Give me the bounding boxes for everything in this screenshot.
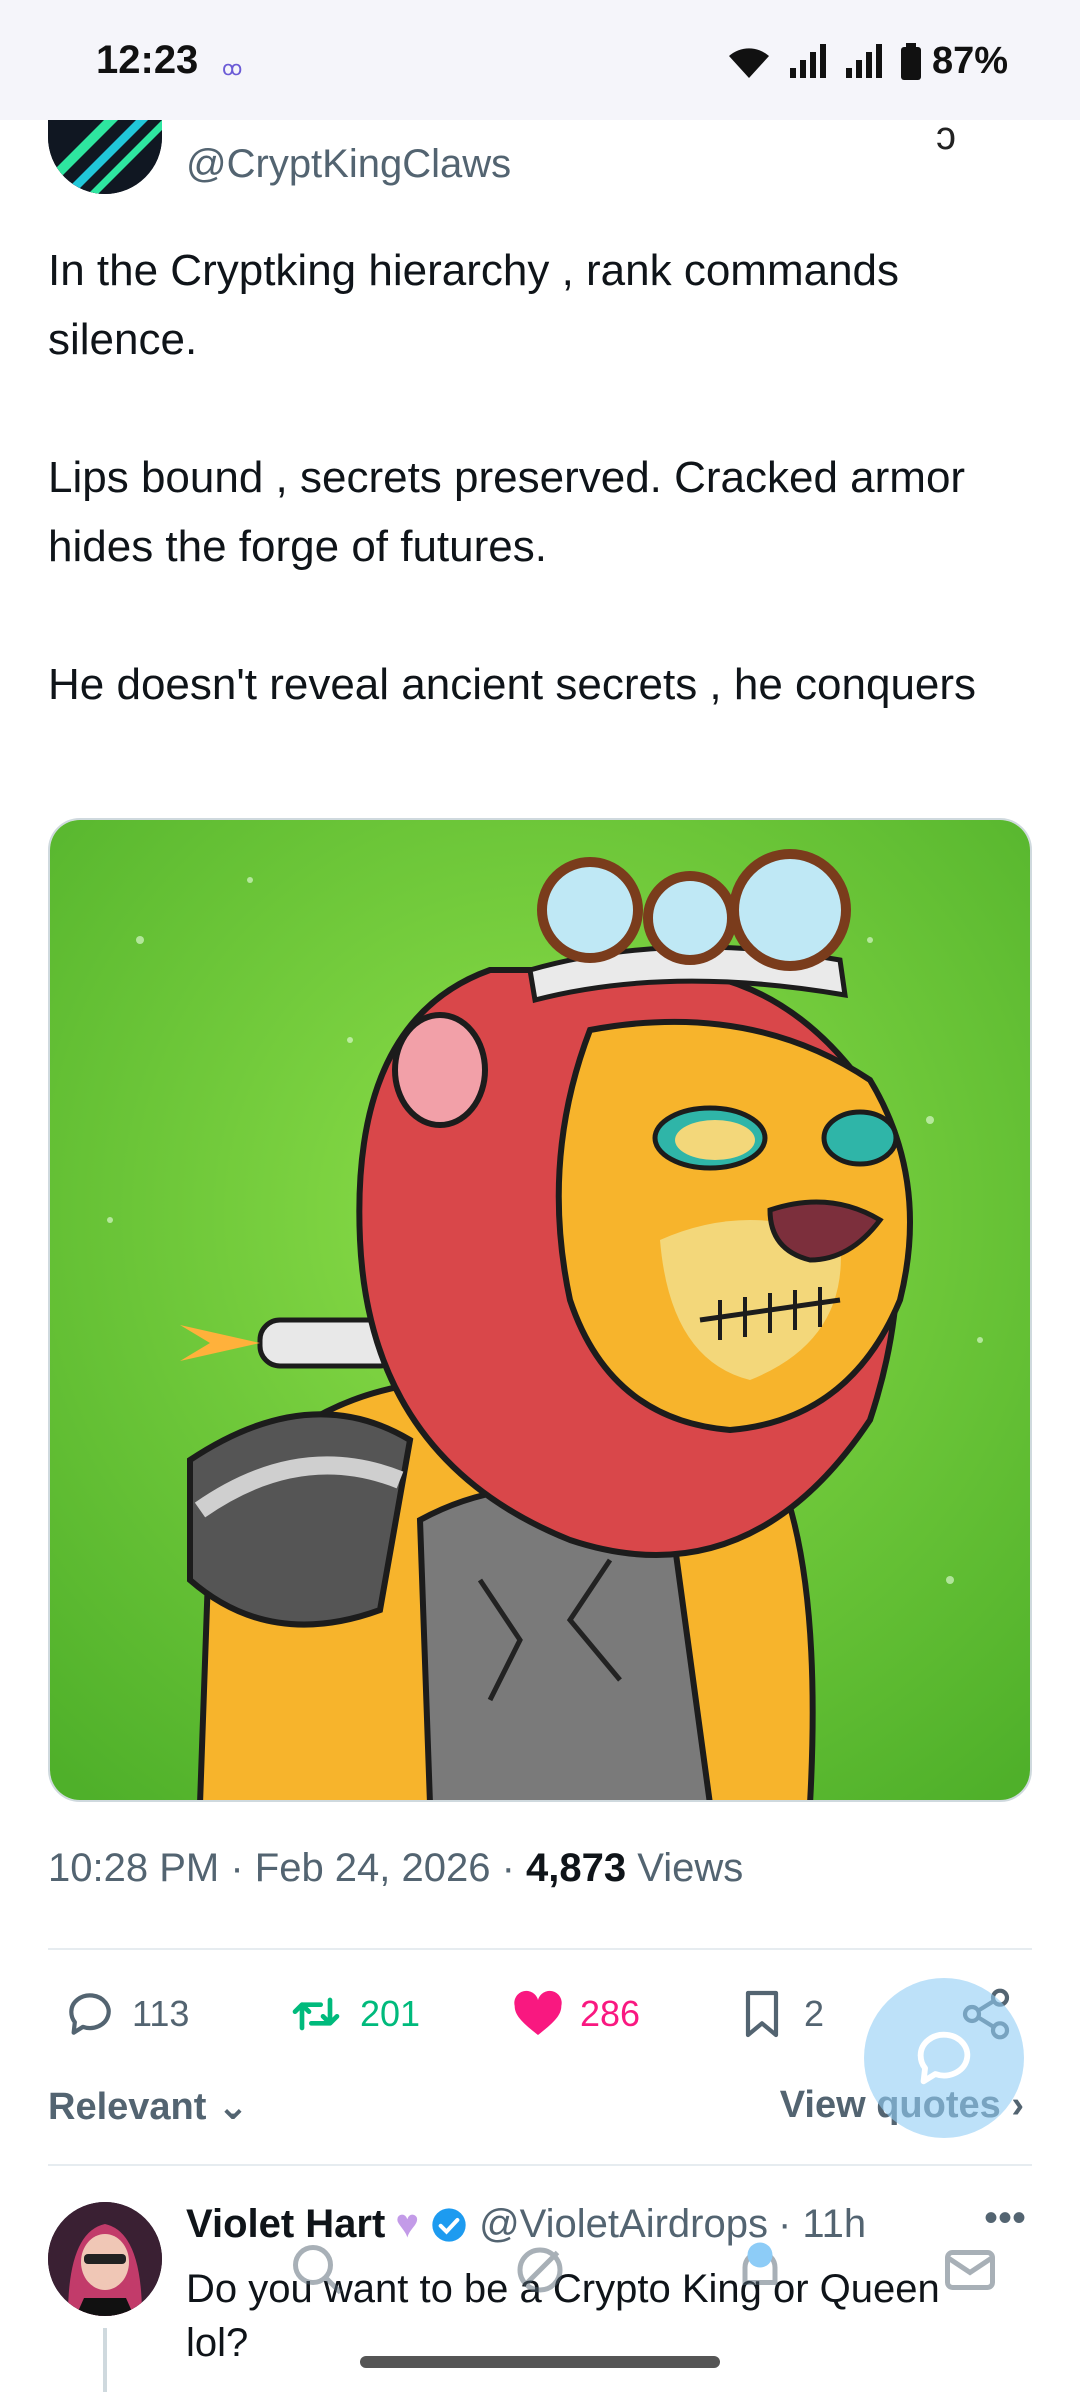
status-icons: 87% xyxy=(726,40,1008,83)
battery-level: 87% xyxy=(931,40,1008,82)
reply-header: Violet Hart ♥ @VioletAirdrops · 11h xyxy=(186,2202,866,2247)
divider xyxy=(48,2164,1032,2166)
author-handle[interactable]: @CryptKingClaws xyxy=(186,142,511,187)
tweet-paragraph: In the Cryptking hierarchy , rank comman… xyxy=(48,246,900,364)
thread-line xyxy=(103,2328,107,2392)
status-time: 12:23 xyxy=(96,38,199,82)
sort-relevant-dropdown[interactable]: Relevant ⌄ xyxy=(48,2084,249,2129)
reply-icon xyxy=(69,1993,111,2035)
repost-count: 201 xyxy=(360,1993,421,2034)
reply-time: · 11h xyxy=(777,2202,867,2246)
notification-icon: ꝏ xyxy=(222,58,243,80)
bookmark-icon xyxy=(745,1990,779,2038)
compose-reply-button[interactable] xyxy=(864,1978,1024,2138)
repost-icon xyxy=(292,1997,340,2031)
tweet-media-image[interactable] xyxy=(48,818,1032,1802)
tweet-author: @CryptKingClaws ↄ xyxy=(0,114,1080,210)
repost-button[interactable]: 201 xyxy=(286,1986,420,2042)
like-count: 286 xyxy=(580,1993,641,2034)
divider xyxy=(48,1948,1032,1950)
views-count[interactable]: 4,873 xyxy=(526,1846,626,1890)
reply-count: 113 xyxy=(132,1993,190,2034)
reply-author-handle[interactable]: @VioletAirdrops xyxy=(479,2202,768,2247)
reply-avatar[interactable] xyxy=(48,2202,162,2316)
like-button[interactable]: 286 xyxy=(510,1986,640,2042)
more-options-icon[interactable]: ••• xyxy=(984,2196,1026,2241)
tweet-meta: 10:28 PM · Feb 24, 2026 · 4,873 Views xyxy=(48,1846,743,1891)
home-indicator[interactable] xyxy=(360,2356,720,2368)
status-bar: 12:23 ꝏ 87% xyxy=(0,0,1080,120)
heart-icon xyxy=(514,1990,562,2035)
tweet-timestamp: 10:28 PM · Feb 24, 2026 · xyxy=(48,1846,527,1890)
author-avatar[interactable] xyxy=(48,116,162,194)
wifi-icon xyxy=(728,47,769,78)
chevron-down-icon: ⌄ xyxy=(216,2086,249,2128)
verified-badge-icon xyxy=(432,2207,466,2242)
reply-button[interactable]: 113 xyxy=(62,1986,189,2042)
reply-text: Do you want to be a Crypto King or Queen… xyxy=(186,2267,940,2365)
tweet-paragraph: Lips bound , secrets preserved. Cracked … xyxy=(48,453,966,571)
sort-label: Relevant xyxy=(48,2086,207,2128)
views-label: Views xyxy=(626,1846,744,1890)
bookmark-count: 2 xyxy=(804,1993,825,2034)
signal-icon xyxy=(845,43,882,78)
grok-icon[interactable]: ↄ xyxy=(936,114,956,159)
battery-icon xyxy=(900,42,921,80)
signal-icon xyxy=(789,43,826,78)
purple-heart-icon: ♥ xyxy=(395,2202,420,2246)
reply-author-name[interactable]: Violet Hart xyxy=(186,2202,385,2247)
tweet-text: In the Cryptking hierarchy , rank comman… xyxy=(48,236,1028,788)
chat-bubble-icon xyxy=(917,2031,971,2085)
tweet-paragraph: He doesn't reveal ancient secrets , he c… xyxy=(48,660,977,709)
bookmark-button[interactable]: 2 xyxy=(734,1986,824,2042)
